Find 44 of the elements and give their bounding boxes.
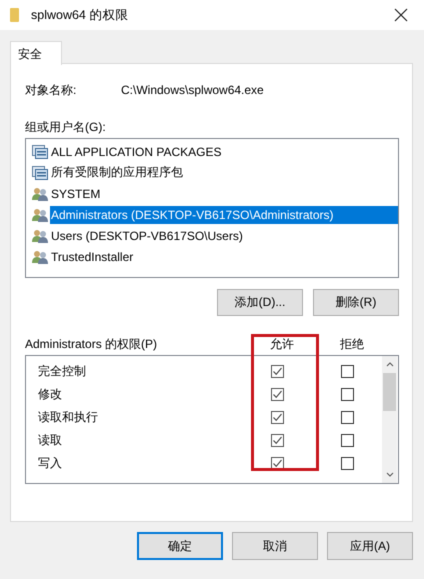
field-label: 对象名称: [25,82,78,98]
permissions-label: Administrators 的权限(P) [25,336,158,352]
checkbox[interactable] [340,388,354,401]
close-icon [394,8,408,22]
users-icon [32,186,48,200]
users-icon [32,228,48,242]
folder-icon [10,8,19,22]
list-item[interactable]: Administrators (DESKTOP-VB617SO\Administrators) [50,206,398,224]
tab[interactable]: 安全 [10,41,62,65]
dialog-button[interactable]: 取消 [232,532,318,560]
scroll-down-icon[interactable] [384,471,394,479]
permission-name: 修改 [37,386,63,403]
users-icon [32,250,48,264]
checkbox[interactable] [270,434,284,447]
checkbox[interactable] [270,411,284,424]
dialog-button[interactable]: 删除(R) [313,289,399,316]
column-header: 允许 [269,336,295,352]
list-item[interactable]: TrustedInstaller [50,248,134,266]
window-title: splwow64 的权限 [31,6,130,24]
package-icon [32,166,48,180]
dialog-button[interactable]: 添加(D)... [217,289,303,316]
column-header: 拒绝 [339,336,365,352]
permission-name: 读取 [37,432,63,449]
list-label: 组或用户名(G): [25,119,107,136]
list-item[interactable]: ALL APPLICATION PACKAGES [50,142,223,160]
checkbox[interactable] [340,411,354,424]
dialog-button[interactable]: 应用(A) [327,532,413,560]
checkbox[interactable] [270,365,284,378]
field-value: C:\Windows\splwow64.exe [121,83,264,97]
checkbox[interactable] [270,388,284,401]
permission-name: 读取和执行 [37,409,99,426]
checkbox[interactable] [340,457,354,470]
checkbox[interactable] [340,434,354,447]
users-icon [32,208,48,222]
permission-name: 完全控制 [37,363,87,380]
list-item[interactable]: Users (DESKTOP-VB617SO\Users) [50,226,244,244]
list-item[interactable]: SYSTEM [50,184,102,202]
checkbox[interactable] [340,365,354,378]
dialog-button[interactable]: 确定 [137,532,223,560]
package-icon [32,144,48,158]
permission-name: 写入 [37,455,63,472]
scrollbar[interactable] [382,356,397,483]
list-item[interactable]: 所有受限制的应用程序包 [50,162,184,183]
scroll-up-icon[interactable] [384,360,394,368]
